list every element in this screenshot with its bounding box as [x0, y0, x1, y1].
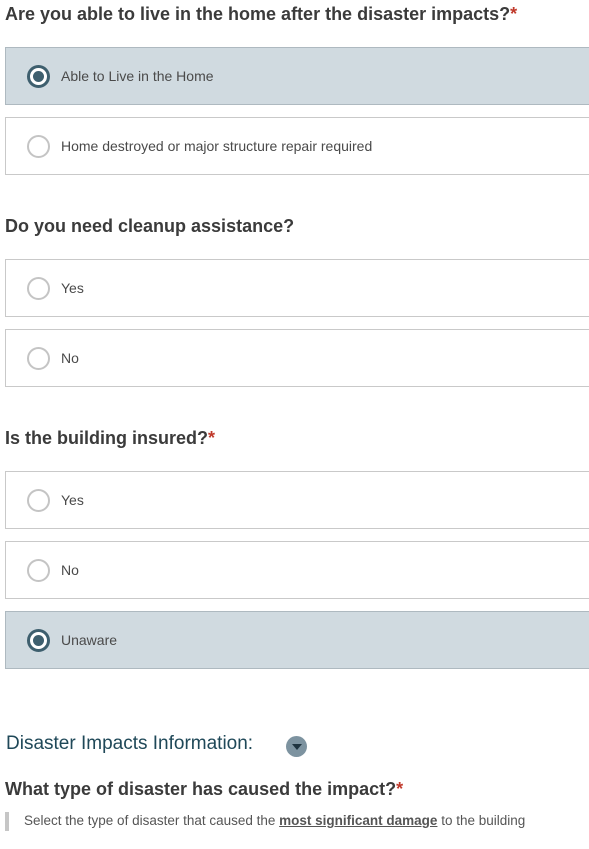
chevron-down-icon[interactable] [286, 736, 307, 757]
section-title-disaster-impacts: Disaster Impacts Information: [6, 733, 254, 754]
hint-emphasis: most significant damage [279, 813, 438, 828]
radio-unselected-icon[interactable] [27, 489, 50, 512]
radio-unselected-icon[interactable] [27, 347, 50, 370]
question-live-in-home: Are you able to live in the home after t… [5, 4, 517, 25]
question-cleanup-assistance: Do you need cleanup assistance? [5, 216, 294, 237]
option-home-destroyed[interactable]: Home destroyed or major structure repair… [5, 117, 589, 175]
question-text: Are you able to live in the home after t… [5, 4, 511, 24]
question-text: Do you need cleanup assistance? [5, 216, 295, 236]
option-cleanup-yes[interactable]: Yes [5, 259, 589, 317]
option-label: Able to Live in the Home [61, 68, 214, 84]
option-insured-no[interactable]: No [5, 541, 589, 599]
option-able-to-live[interactable]: Able to Live in the Home [5, 47, 589, 105]
radio-unselected-icon[interactable] [27, 135, 50, 158]
disaster-type-hint: Select the type of disaster that caused … [24, 813, 525, 828]
option-label: Unaware [61, 632, 118, 648]
required-marker: * [510, 4, 518, 24]
radio-unselected-icon[interactable] [27, 559, 50, 582]
option-insured-unaware[interactable]: Unaware [5, 611, 589, 669]
required-marker: * [208, 428, 216, 448]
option-insured-yes[interactable]: Yes [5, 471, 589, 529]
hint-text: Select the type of disaster that caused … [24, 813, 280, 828]
option-label: No [61, 350, 79, 366]
option-cleanup-no[interactable]: No [5, 329, 589, 387]
option-label: Yes [61, 492, 84, 508]
question-building-insured: Is the building insured?* [5, 428, 215, 449]
question-text: What type of disaster has caused the imp… [5, 779, 397, 799]
option-label: Yes [61, 280, 84, 296]
option-label: No [61, 562, 79, 578]
radio-unselected-icon[interactable] [27, 277, 50, 300]
hint-bar [5, 812, 9, 831]
radio-selected-icon[interactable] [27, 65, 50, 88]
required-marker: * [396, 779, 404, 799]
radio-selected-icon[interactable] [27, 629, 50, 652]
question-text: Is the building insured? [5, 428, 209, 448]
option-label: Home destroyed or major structure repair… [61, 138, 373, 154]
question-disaster-type: What type of disaster has caused the imp… [5, 779, 403, 800]
hint-text-end: to the building [437, 813, 526, 828]
